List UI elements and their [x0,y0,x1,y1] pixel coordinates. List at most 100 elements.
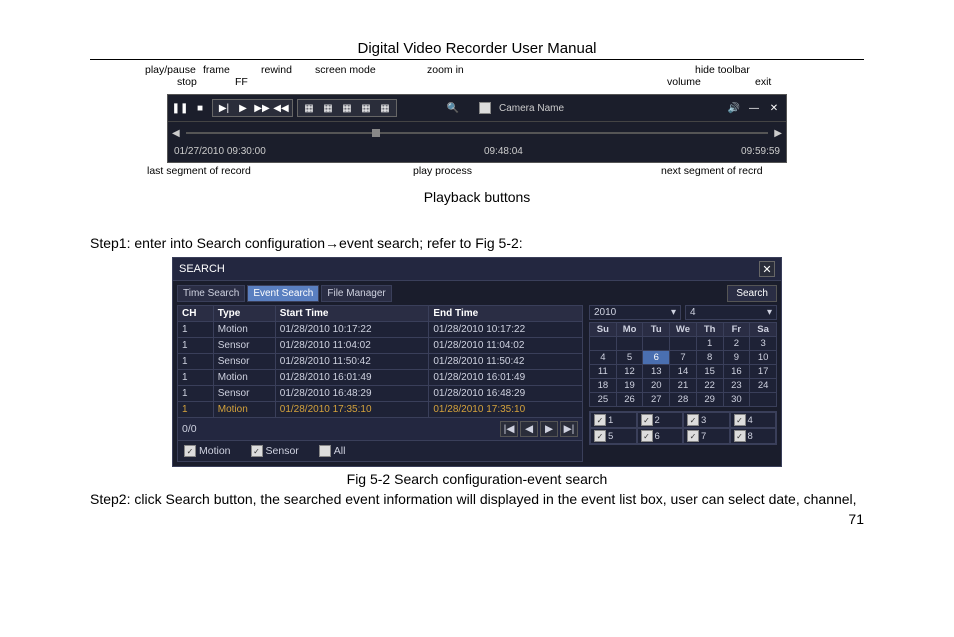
calendar-day[interactable]: 22 [696,379,723,393]
calendar-day[interactable]: 5 [616,351,643,365]
camera-name-checkbox[interactable] [479,102,491,114]
calendar-day[interactable]: 6 [643,351,670,365]
calendar-day[interactable]: 23 [723,379,750,393]
label-stop: stop [177,76,197,88]
screen-9-icon[interactable]: ▦ [339,100,355,116]
close-icon[interactable]: ✕ [766,100,782,116]
calendar-day[interactable]: 8 [696,351,723,365]
calendar-day[interactable]: 20 [643,379,670,393]
table-row[interactable]: 1Sensor01/28/2010 11:50:4201/28/2010 11:… [178,354,583,370]
frame-step-icon[interactable]: ▶| [216,100,232,116]
calendar-day[interactable]: 27 [643,393,670,407]
stop-icon[interactable]: ■ [192,100,208,116]
pager-last-icon[interactable]: ▶| [560,421,578,437]
ff-icon[interactable]: ▶▶ [254,100,270,116]
tab-event-search[interactable]: Event Search [247,285,319,302]
channel-2[interactable]: ✓ 2 [637,412,684,428]
rewind-icon[interactable]: ◀◀ [273,100,289,116]
search-button[interactable]: Search [727,285,777,302]
calendar-day[interactable]: 26 [616,393,643,407]
progress-track[interactable] [186,132,769,134]
tab-file-manager[interactable]: File Manager [321,285,391,302]
calendar-day[interactable]: 30 [723,393,750,407]
calendar-day[interactable]: 14 [670,365,697,379]
calendar-day[interactable]: 10 [750,351,777,365]
calendar-day[interactable]: 3 [750,337,777,351]
calendar-day[interactable]: 1 [696,337,723,351]
prev-segment-icon[interactable]: ◀ [172,128,180,139]
label-exit: exit [755,76,771,88]
table-header: Start Time [275,306,429,322]
channel-grid: ✓ 1✓ 2✓ 3✓ 4 ✓ 5✓ 6✓ 7✓ 8 [589,411,777,445]
pager-first-icon[interactable]: |◀ [500,421,518,437]
filter-motion[interactable]: ✓Motion [184,445,231,457]
screen-full-icon[interactable]: ▦ [377,100,393,116]
pager-prev-icon[interactable]: ◀ [520,421,538,437]
calendar-day[interactable]: 16 [723,365,750,379]
channel-7[interactable]: ✓ 7 [683,428,730,444]
table-row[interactable]: 1Motion01/28/2010 16:01:4901/28/2010 16:… [178,370,583,386]
play-icon[interactable]: ▶ [235,100,251,116]
calendar-day[interactable]: 13 [643,365,670,379]
time-mid: 09:48:04 [484,146,523,160]
calendar-day[interactable]: 12 [616,365,643,379]
screen-4-icon[interactable]: ▦ [320,100,336,116]
calendar-day[interactable]: 18 [590,379,617,393]
channel-8[interactable]: ✓ 8 [730,428,777,444]
calendar-day [590,337,617,351]
table-row[interactable]: 1Sensor01/28/2010 11:04:0201/28/2010 11:… [178,338,583,354]
zoom-icon[interactable]: 🔍 [445,100,461,116]
camera-name-label: Camera Name [499,103,564,114]
calendar-day[interactable]: 11 [590,365,617,379]
label-last-segment: last segment of record [147,165,251,177]
calendar-day[interactable]: 4 [590,351,617,365]
next-segment-icon[interactable]: ▶ [774,128,782,139]
year-select[interactable]: 2010▾ [589,305,681,320]
page-number: 71 [90,511,864,527]
label-ff: FF [235,76,248,88]
calendar-day[interactable]: 25 [590,393,617,407]
pager-label: 0/0 [182,423,197,435]
calendar-day[interactable]: 28 [670,393,697,407]
close-icon[interactable]: ✕ [759,261,775,277]
minimize-icon[interactable]: — [746,100,762,116]
table-row[interactable]: 1Motion01/28/2010 10:17:2201/28/2010 10:… [178,322,583,338]
speaker-icon[interactable]: 🔊 [726,100,742,116]
table-row[interactable]: 1Sensor01/28/2010 16:48:2901/28/2010 16:… [178,386,583,402]
tab-time-search[interactable]: Time Search [177,285,245,302]
calendar-day[interactable]: 17 [750,365,777,379]
month-select[interactable]: 4▾ [685,305,777,320]
calendar-day[interactable]: 15 [696,365,723,379]
calendar-day[interactable]: 9 [723,351,750,365]
channel-4[interactable]: ✓ 4 [730,412,777,428]
page-header-title: Digital Video Recorder User Manual [90,40,864,60]
pause-icon[interactable]: ❚❚ [172,100,188,116]
calendar-day[interactable]: 29 [696,393,723,407]
screen-16-icon[interactable]: ▦ [358,100,374,116]
screen-1-icon[interactable]: ▦ [301,100,317,116]
filter-all[interactable]: All [319,445,346,457]
channel-1[interactable]: ✓ 1 [590,412,637,428]
step2-text: Step2: click Search button, the searched… [90,491,864,507]
calendar-day[interactable]: 7 [670,351,697,365]
channel-5[interactable]: ✓ 5 [590,428,637,444]
step1-text: Step1: enter into Search configuration→e… [90,235,864,251]
channel-6[interactable]: ✓ 6 [637,428,684,444]
progress-thumb[interactable] [372,129,380,137]
calendar-day[interactable]: 19 [616,379,643,393]
calendar-day [670,337,697,351]
calendar-day[interactable]: 21 [670,379,697,393]
filter-sensor[interactable]: ✓Sensor [251,445,299,457]
channel-3[interactable]: ✓ 3 [683,412,730,428]
label-volume: volume [667,76,701,88]
table-header: CH [178,306,214,322]
playback-caption: Playback buttons [90,189,864,205]
search-tabs: Time Search Event Search File Manager [177,285,583,302]
search-window-title: SEARCH [179,263,225,275]
table-row[interactable]: 1Motion01/28/2010 17:35:1001/28/2010 17:… [178,402,583,418]
calendar-day[interactable]: 2 [723,337,750,351]
calendar-day[interactable]: 24 [750,379,777,393]
label-play-pause: play/pause [145,64,196,76]
pager-next-icon[interactable]: ▶ [540,421,558,437]
calendar-day [616,337,643,351]
